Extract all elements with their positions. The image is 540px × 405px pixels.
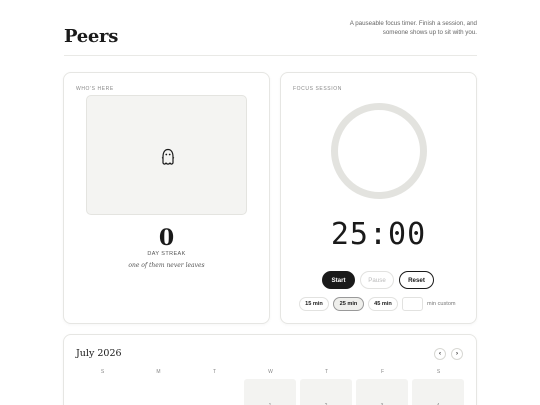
peers-card: WHO'S HERE 0 DAY STREAK one of them neve… <box>63 72 270 324</box>
pause-button[interactable]: Pause <box>360 271 394 289</box>
duration-presets: 15 min 25 min 45 min min custom <box>299 297 469 311</box>
peers-label: WHO'S HERE <box>76 86 114 92</box>
custom-minutes-label: min custom <box>427 301 456 307</box>
calendar-day[interactable]: 3 <box>356 379 408 405</box>
reset-button[interactable]: Reset <box>399 271 434 289</box>
focus-label: FOCUS SESSION <box>293 86 342 92</box>
chevron-right-icon[interactable]: › <box>451 348 463 360</box>
progress-ring <box>331 103 427 199</box>
app-title: Peers <box>64 26 119 47</box>
streak-note: one of them never leaves <box>128 262 205 269</box>
weekday-header: W <box>268 369 273 375</box>
calendar-day[interactable]: 1 <box>244 379 296 405</box>
weekday-header: T <box>212 369 217 375</box>
app-tagline: A pauseable focus timer. Finish a sessio… <box>349 20 477 36</box>
custom-minutes-input[interactable] <box>402 297 423 311</box>
streak-count: 0 <box>158 225 175 251</box>
page-header: Peers A pauseable focus timer. Finish a … <box>64 18 477 56</box>
chevron-left-icon[interactable]: ‹ <box>434 348 446 360</box>
weekday-header: S <box>436 369 441 375</box>
calendar-month: July 2026 <box>76 348 122 359</box>
header-divider <box>64 55 477 56</box>
ghost-icon <box>161 148 175 165</box>
calendar-day[interactable]: 4 <box>412 379 464 405</box>
streak-label: DAY STREAK <box>147 251 186 257</box>
preset-15-min[interactable]: 15 min <box>299 297 329 311</box>
calendar-card: July 2026 ‹ › S M T W T F S 1 2 3 4 <box>63 334 477 405</box>
timer-display: 25:00 <box>330 217 427 252</box>
focus-card: FOCUS SESSION 25:00 Start Pause Reset 15… <box>280 72 477 324</box>
preset-25-min[interactable]: 25 min <box>333 297 364 311</box>
calendar-day[interactable]: 2 <box>300 379 352 405</box>
preset-45-min[interactable]: 45 min <box>368 297 398 311</box>
weekday-header: M <box>156 369 161 375</box>
peers-room <box>86 95 247 215</box>
timer-controls: Start Pause Reset <box>322 271 482 289</box>
weekday-header: T <box>324 369 329 375</box>
weekday-header: S <box>100 369 105 375</box>
weekday-header: F <box>380 369 385 375</box>
start-button[interactable]: Start <box>322 271 355 289</box>
